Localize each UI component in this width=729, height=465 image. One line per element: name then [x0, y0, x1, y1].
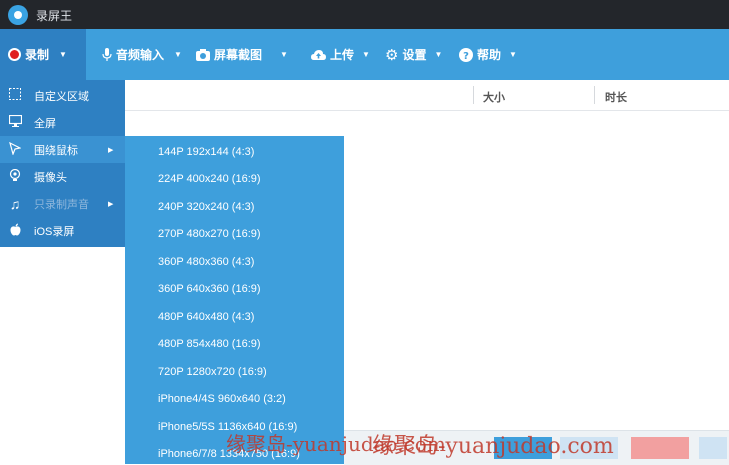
submenu-item-label: iPhone4/4S 960x640 (3:2) — [158, 393, 286, 405]
submenu-item-label: 360P 640x360 (16:9) — [158, 283, 261, 295]
submenu-item-resolution[interactable]: 360P 480x360 (4:3) — [125, 248, 344, 275]
delete-button[interactable] — [631, 437, 689, 459]
cloud-upload-icon — [311, 50, 326, 60]
submenu-item-resolution[interactable]: 480P 854x480 (16:9) — [125, 330, 344, 357]
gear-icon: ⚙ — [385, 46, 399, 64]
submenu-item-label: 144P 192x144 (4:3) — [158, 146, 255, 158]
help-label: 帮助 — [477, 48, 502, 62]
submenu-item-resolution[interactable]: iPhone4/4S 960x640 (3:2) — [125, 385, 344, 412]
upload-label: 上传 — [330, 48, 355, 62]
submenu-item-resolution[interactable]: 240P 320x240 (4:3) — [125, 193, 344, 220]
chevron-down-icon: ▼ — [362, 50, 370, 59]
table-header: 大小 时长 — [125, 80, 729, 111]
submenu-item-label: 360P 480x360 (4:3) — [158, 256, 255, 268]
audio-input-label: 音频输入 — [116, 48, 165, 62]
submenu-item-label: 270P 480x270 (16:9) — [158, 228, 261, 240]
submenu-item-label: 480P 854x480 (16:9) — [158, 338, 261, 350]
record-button[interactable]: 录制 ▼ — [0, 29, 86, 80]
submenu-item-resolution[interactable]: 360P 640x360 (16:9) — [125, 275, 344, 302]
submenu-item-label: 224P 400x240 (16:9) — [158, 173, 261, 185]
action-button[interactable] — [699, 437, 727, 459]
submenu-item-label: 480P 640x480 (4:3) — [158, 311, 255, 323]
webcam-icon — [8, 168, 22, 185]
help-button[interactable]: ? 帮助 ▼ — [459, 29, 517, 80]
chevron-down-icon: ▼ — [59, 50, 67, 59]
submenu-item-label: 240P 320x240 (4:3) — [158, 201, 255, 213]
help-icon: ? — [459, 47, 473, 62]
camera-icon — [196, 48, 210, 61]
chevron-down-icon: ▼ — [174, 50, 182, 59]
column-divider — [473, 86, 474, 104]
mouse-resolution-submenu: 144P 192x144 (4:3) 224P 400x240 (16:9) 2… — [125, 136, 344, 464]
apple-icon — [8, 223, 22, 239]
window-title: 录屏王 — [36, 9, 73, 23]
record-dropdown-menu: 自定义区域 全屏 围绕鼠标 ▶ 摄像头 ♫ 只录制声音 ▶ iOS录屏 — [0, 80, 125, 247]
title-bar: 录屏王 — [0, 0, 729, 29]
audio-input-button[interactable]: 音频输入 ▼ — [102, 29, 182, 80]
menu-item-webcam[interactable]: 摄像头 — [0, 163, 125, 190]
chevron-down-icon: ▼ — [509, 50, 517, 59]
app-logo-icon — [8, 5, 28, 25]
menu-item-label: 全屏 — [34, 117, 56, 130]
menu-item-around-mouse[interactable]: 围绕鼠标 ▶ — [0, 136, 125, 163]
column-divider — [594, 86, 595, 104]
menu-item-ios-recording[interactable]: iOS录屏 — [0, 217, 125, 244]
menu-item-fullscreen[interactable]: 全屏 — [0, 109, 125, 136]
submenu-item-resolution[interactable]: 144P 192x144 (4:3) — [125, 138, 344, 165]
menu-item-custom-region[interactable]: 自定义区域 — [0, 82, 125, 109]
menu-item-label: 只录制声音 — [34, 198, 89, 211]
submenu-item-resolution[interactable]: 270P 480x270 (16:9) — [125, 220, 344, 247]
screenshot-button[interactable]: 屏幕截图 ▼ — [196, 29, 288, 80]
record-label: 录制 — [25, 48, 50, 62]
submenu-item-resolution[interactable]: 720P 1280x720 (16:9) — [125, 358, 344, 385]
monitor-icon — [8, 114, 22, 130]
submenu-item-resolution[interactable]: 224P 400x240 (16:9) — [125, 165, 344, 192]
submenu-item-label: 720P 1280x720 (16:9) — [158, 366, 267, 378]
menu-item-audio-only[interactable]: ♫ 只录制声音 ▶ — [0, 190, 125, 217]
menu-item-label: iOS录屏 — [34, 225, 75, 238]
column-header-size[interactable]: 大小 — [483, 89, 505, 105]
chevron-down-icon: ▼ — [280, 50, 288, 59]
menu-item-label: 围绕鼠标 — [34, 144, 78, 157]
menu-item-label: 摄像头 — [34, 171, 67, 184]
main-toolbar: 录制 ▼ 音频输入 ▼ 屏幕截图 ▼ 上传 ▼ ⚙ 设置 ▼ ? 帮助 ▼ — [0, 29, 729, 80]
settings-button[interactable]: ⚙ 设置 ▼ — [385, 29, 442, 80]
svg-text:?: ? — [463, 51, 469, 62]
settings-label: 设置 — [402, 48, 427, 62]
dashed-square-icon — [8, 88, 22, 103]
cursor-icon — [8, 141, 22, 158]
chevron-down-icon: ▼ — [434, 50, 443, 59]
screenshot-label: 屏幕截图 — [214, 48, 263, 62]
record-dot-icon — [8, 48, 21, 61]
submenu-arrow-icon: ▶ — [108, 200, 114, 208]
submenu-arrow-icon: ▶ — [108, 146, 114, 154]
menu-item-label: 自定义区域 — [34, 90, 89, 103]
microphone-icon — [102, 47, 112, 61]
upload-button[interactable]: 上传 ▼ — [311, 29, 370, 80]
watermark-text: 缘聚岛-yuanjudao.com — [372, 434, 614, 459]
column-header-duration[interactable]: 时长 — [605, 89, 627, 105]
submenu-item-resolution[interactable]: 480P 640x480 (4:3) — [125, 303, 344, 330]
music-note-icon: ♫ — [9, 195, 21, 212]
